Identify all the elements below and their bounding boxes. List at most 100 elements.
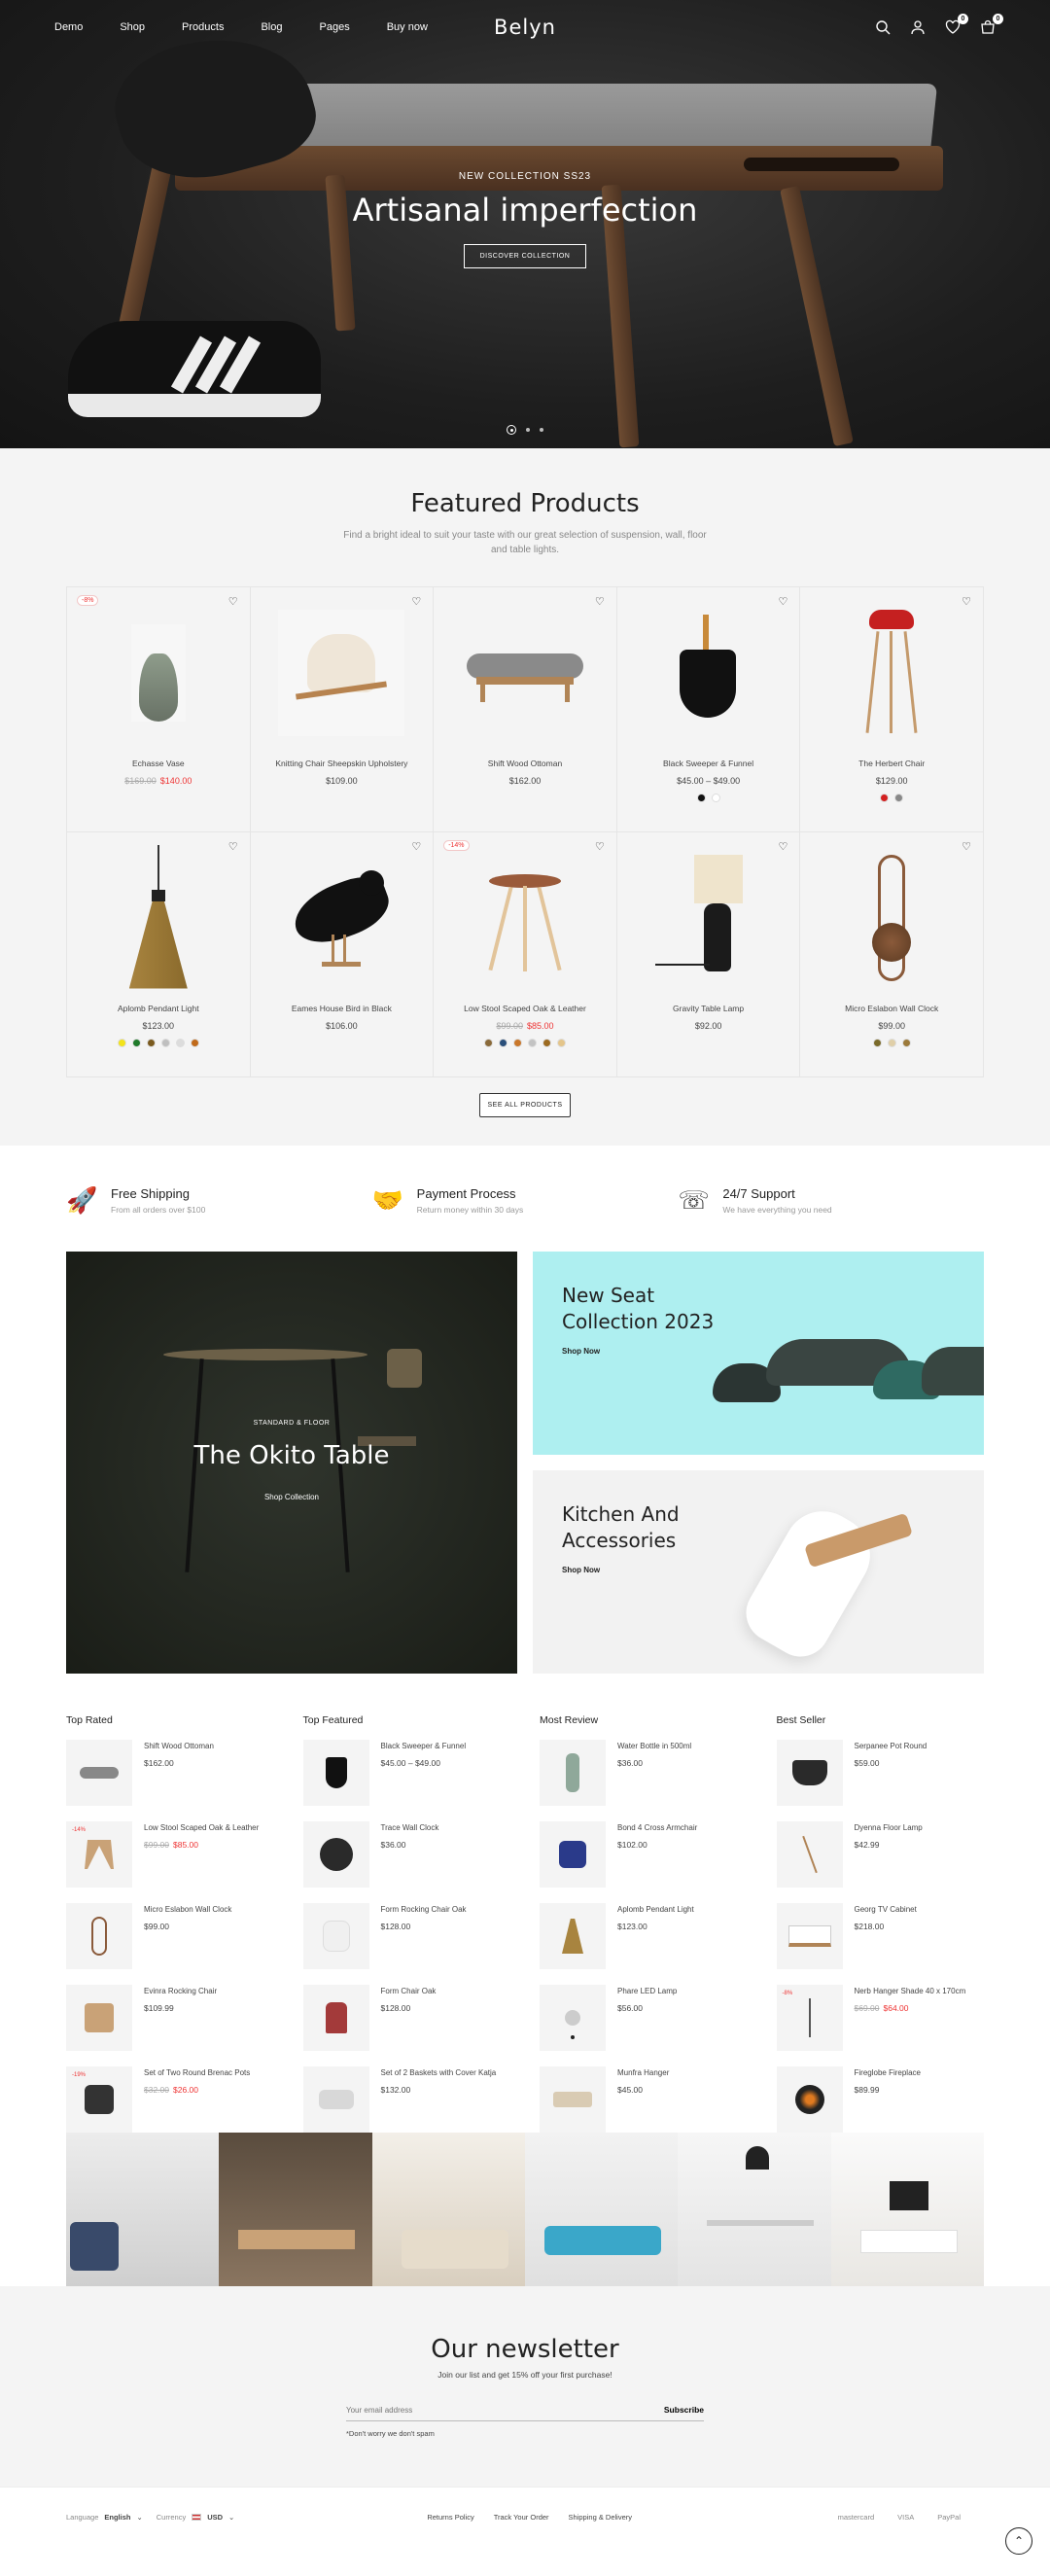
nav-buy-now[interactable]: Buy now (387, 21, 428, 33)
product-image[interactable] (637, 597, 781, 748)
product-name[interactable]: Dyenna Floor Lamp (855, 1823, 923, 1832)
email-field[interactable] (346, 2405, 664, 2415)
list-item[interactable]: Micro Eslabon Wall Clock $99.00 (66, 1903, 274, 1985)
product-name[interactable]: Water Bottle in 500ml (617, 1742, 691, 1750)
product-thumb[interactable] (302, 1985, 369, 2051)
product-image[interactable] (820, 597, 963, 748)
product-name[interactable]: Form Chair Oak (381, 1987, 437, 1995)
list-item[interactable]: Black Sweeper & Funnel $45.00 – $49.00 (302, 1740, 511, 1821)
product-thumb[interactable] (302, 1821, 369, 1888)
swatch[interactable] (131, 1039, 141, 1047)
swatch[interactable] (146, 1039, 156, 1047)
swatch[interactable] (542, 1039, 551, 1047)
gallery-image-living-room[interactable] (66, 2133, 220, 2286)
list-item[interactable]: Dyenna Floor Lamp $42.99 (776, 1821, 985, 1903)
list-item[interactable]: Serpanee Pot Round $59.00 (776, 1740, 985, 1821)
list-item[interactable]: -8% Nerb Hanger Shade 40 x 170cm $69.00 $64… (776, 1985, 985, 2066)
product-image[interactable] (820, 842, 963, 993)
product-name[interactable]: Set of Two Round Brenac Pots (144, 2068, 250, 2077)
product-image[interactable] (270, 842, 414, 993)
product-thumb[interactable] (302, 1903, 369, 1969)
product-name[interactable]: Phare LED Lamp (617, 1987, 677, 1995)
product-name[interactable]: Serpanee Pot Round (855, 1742, 928, 1750)
product-thumb[interactable] (776, 1740, 843, 1806)
cart-icon[interactable]: 0 (980, 14, 1003, 35)
shop-now-link[interactable]: Shop Now (562, 1566, 600, 1574)
subscribe-button[interactable]: Subscribe (664, 2405, 704, 2415)
product-thumb[interactable]: -14% (66, 1821, 132, 1888)
product-name[interactable]: Trace Wall Clock (381, 1823, 439, 1832)
product-name[interactable]: Knitting Chair Sheepskin Upholstery (251, 759, 434, 768)
swatch[interactable] (711, 794, 720, 802)
swatch[interactable] (498, 1039, 508, 1047)
product-thumb[interactable] (66, 1985, 132, 2051)
slider-dot-3[interactable] (540, 428, 543, 432)
product-image[interactable] (453, 842, 597, 993)
product-name[interactable]: Form Rocking Chair Oak (381, 1905, 467, 1914)
shop-collection-link[interactable]: Shop Collection (66, 1493, 517, 1501)
slider-dot-1[interactable] (507, 425, 516, 435)
okito-table-banner[interactable]: STANDARD & FLOOR The Okito Table Shop Co… (66, 1252, 517, 1674)
list-item[interactable]: Water Bottle in 500ml $36.00 (540, 1740, 748, 1821)
product-name[interactable]: Black Sweeper & Funnel (617, 759, 800, 768)
search-icon[interactable] (875, 19, 891, 35)
product-card[interactable]: ♡ Black Sweeper & Funnel $45.00 – $49.00 (616, 587, 801, 832)
product-card[interactable]: ♡ Knitting Chair Sheepskin Upholstery $1… (250, 587, 435, 832)
shipping-delivery-link[interactable]: Shipping & Delivery (569, 2513, 632, 2522)
swatch[interactable] (696, 794, 706, 802)
product-name[interactable]: Bond 4 Cross Armchair (617, 1823, 697, 1832)
swatch[interactable] (190, 1039, 199, 1047)
swatch[interactable] (160, 1039, 170, 1047)
swatch[interactable] (901, 1039, 911, 1047)
nav-pages[interactable]: Pages (320, 21, 350, 33)
swatch[interactable] (512, 1039, 522, 1047)
swatch[interactable] (556, 1039, 566, 1047)
discover-collection-button[interactable]: DISCOVER COLLECTION (463, 244, 587, 268)
product-thumb[interactable] (776, 2066, 843, 2133)
product-thumb[interactable] (540, 1903, 606, 1969)
product-image[interactable] (453, 597, 597, 748)
product-card[interactable]: ♡ Eames House Bird in Black $106.00 (250, 832, 435, 1077)
product-name[interactable]: Fireglobe Fireplace (855, 2068, 921, 2077)
product-name[interactable]: Gravity Table Lamp (617, 1004, 800, 1013)
product-name[interactable]: Evinra Rocking Chair (144, 1987, 217, 1995)
list-item[interactable]: -14% Low Stool Scaped Oak & Leather $99.00… (66, 1821, 274, 1903)
list-item[interactable]: Shift Wood Ottoman $162.00 (66, 1740, 274, 1821)
swatch[interactable] (880, 794, 890, 802)
product-image[interactable] (87, 842, 230, 993)
nav-products[interactable]: Products (182, 21, 224, 33)
product-name[interactable]: Shift Wood Ottoman (144, 1742, 214, 1750)
product-thumb[interactable] (66, 1740, 132, 1806)
shop-now-link[interactable]: Shop Now (562, 1347, 600, 1356)
track-order-link[interactable]: Track Your Order (494, 2513, 549, 2522)
product-thumb[interactable] (540, 1740, 606, 1806)
product-name[interactable]: Nerb Hanger Shade 40 x 170cm (855, 1987, 966, 1995)
swatch[interactable] (483, 1039, 493, 1047)
see-all-products-button[interactable]: SEE ALL PRODUCTS (479, 1093, 571, 1117)
product-name[interactable]: Micro Eslabon Wall Clock (144, 1905, 231, 1914)
product-name[interactable]: Echasse Vase (67, 759, 250, 768)
list-item[interactable]: Bond 4 Cross Armchair $102.00 (540, 1821, 748, 1903)
swatch[interactable] (527, 1039, 537, 1047)
gallery-image-kitchen[interactable] (219, 2133, 372, 2286)
product-thumb[interactable] (776, 1821, 843, 1888)
wishlist-icon[interactable]: 0 (945, 14, 968, 35)
product-thumb[interactable] (302, 2066, 369, 2133)
list-item[interactable]: Form Rocking Chair Oak $128.00 (302, 1903, 511, 1985)
product-image[interactable] (637, 842, 781, 993)
list-item[interactable]: Form Chair Oak $128.00 (302, 1985, 511, 2066)
currency-selector[interactable]: Currency USD ⌄ (157, 2513, 235, 2522)
product-thumb[interactable] (540, 2066, 606, 2133)
account-icon[interactable] (910, 19, 926, 35)
product-thumb[interactable] (776, 1903, 843, 1969)
product-thumb[interactable] (540, 1985, 606, 2051)
language-selector[interactable]: Language English ⌄ (66, 2513, 143, 2522)
kitchen-accessories-banner[interactable]: Kitchen And Accessories Shop Now (533, 1470, 984, 1674)
list-item[interactable]: Phare LED Lamp $56.00 (540, 1985, 748, 2066)
swatch[interactable] (175, 1039, 185, 1047)
list-item[interactable]: Aplomb Pendant Light $123.00 (540, 1903, 748, 1985)
list-item[interactable]: Trace Wall Clock $36.00 (302, 1821, 511, 1903)
product-card[interactable]: ♡ Micro Eslabon Wall Clock $99.00 (800, 832, 984, 1077)
product-card[interactable]: ♡ Aplomb Pendant Light $123.00 (67, 832, 251, 1077)
product-name[interactable]: Set of 2 Baskets with Cover Katja (381, 2068, 497, 2077)
